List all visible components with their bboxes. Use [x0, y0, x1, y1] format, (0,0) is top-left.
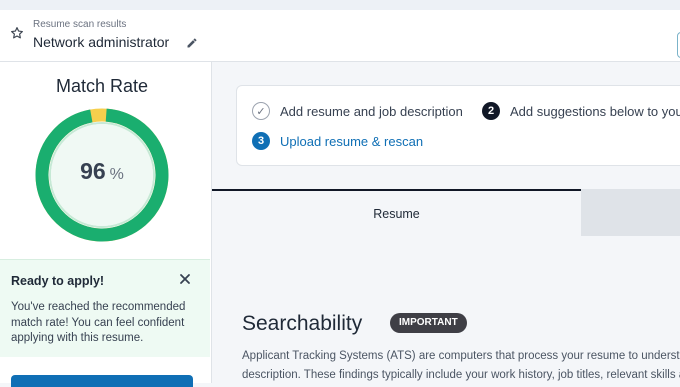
description-line: Applicant Tracking Systems (ATS) are com… [242, 350, 680, 362]
section-description: Applicant Tracking Systems (ATS) are com… [242, 347, 680, 385]
results-tabs: Resume [212, 189, 680, 236]
results-header: Resume scan results Network administrato… [0, 10, 680, 62]
breadcrumb: Resume scan results [33, 19, 127, 30]
step-add-resume: ✓ Add resume and job description [252, 102, 463, 120]
ready-to-apply-banner: Ready to apply! You've reached the recom… [0, 259, 210, 357]
scan-steps-card: ✓ Add resume and job description 2 Add s… [236, 85, 680, 166]
match-rate-unit: % [109, 166, 124, 183]
description-line: description. These findings typically in… [242, 369, 680, 381]
tab-secondary[interactable] [581, 189, 680, 236]
ready-title: Ready to apply! [11, 274, 105, 288]
page-title: Network administrator [33, 34, 170, 50]
check-icon: ✓ [252, 102, 270, 120]
match-rate-title: Match Rate [55, 76, 149, 96]
match-rate-value: 96% [33, 158, 171, 185]
step-number: 3 [252, 132, 270, 150]
step-add-suggestions: 2 Add suggestions below to your [482, 102, 680, 120]
tab-resume[interactable]: Resume [212, 189, 581, 236]
match-rate-panel: Match Rate 96% Ready to apply! You've re… [0, 62, 212, 387]
star-icon[interactable] [10, 26, 24, 40]
step-number: 2 [482, 102, 500, 120]
pencil-icon[interactable] [186, 36, 198, 48]
upload-rescan-link[interactable]: Upload resume & rescan [280, 134, 423, 149]
important-badge: IMPORTANT [390, 313, 467, 333]
step-upload-rescan[interactable]: 3 Upload resume & rescan [252, 132, 423, 150]
step-label: Add suggestions below to your [510, 103, 680, 119]
close-icon[interactable] [178, 272, 192, 286]
primary-action-button[interactable] [11, 375, 193, 387]
step-label: Add resume and job description [280, 103, 463, 119]
match-rate-number: 96 [80, 158, 106, 184]
section-title: Searchability [242, 312, 363, 335]
ready-message: You've reached the recommended match rat… [11, 301, 186, 344]
top-strip [0, 0, 680, 10]
